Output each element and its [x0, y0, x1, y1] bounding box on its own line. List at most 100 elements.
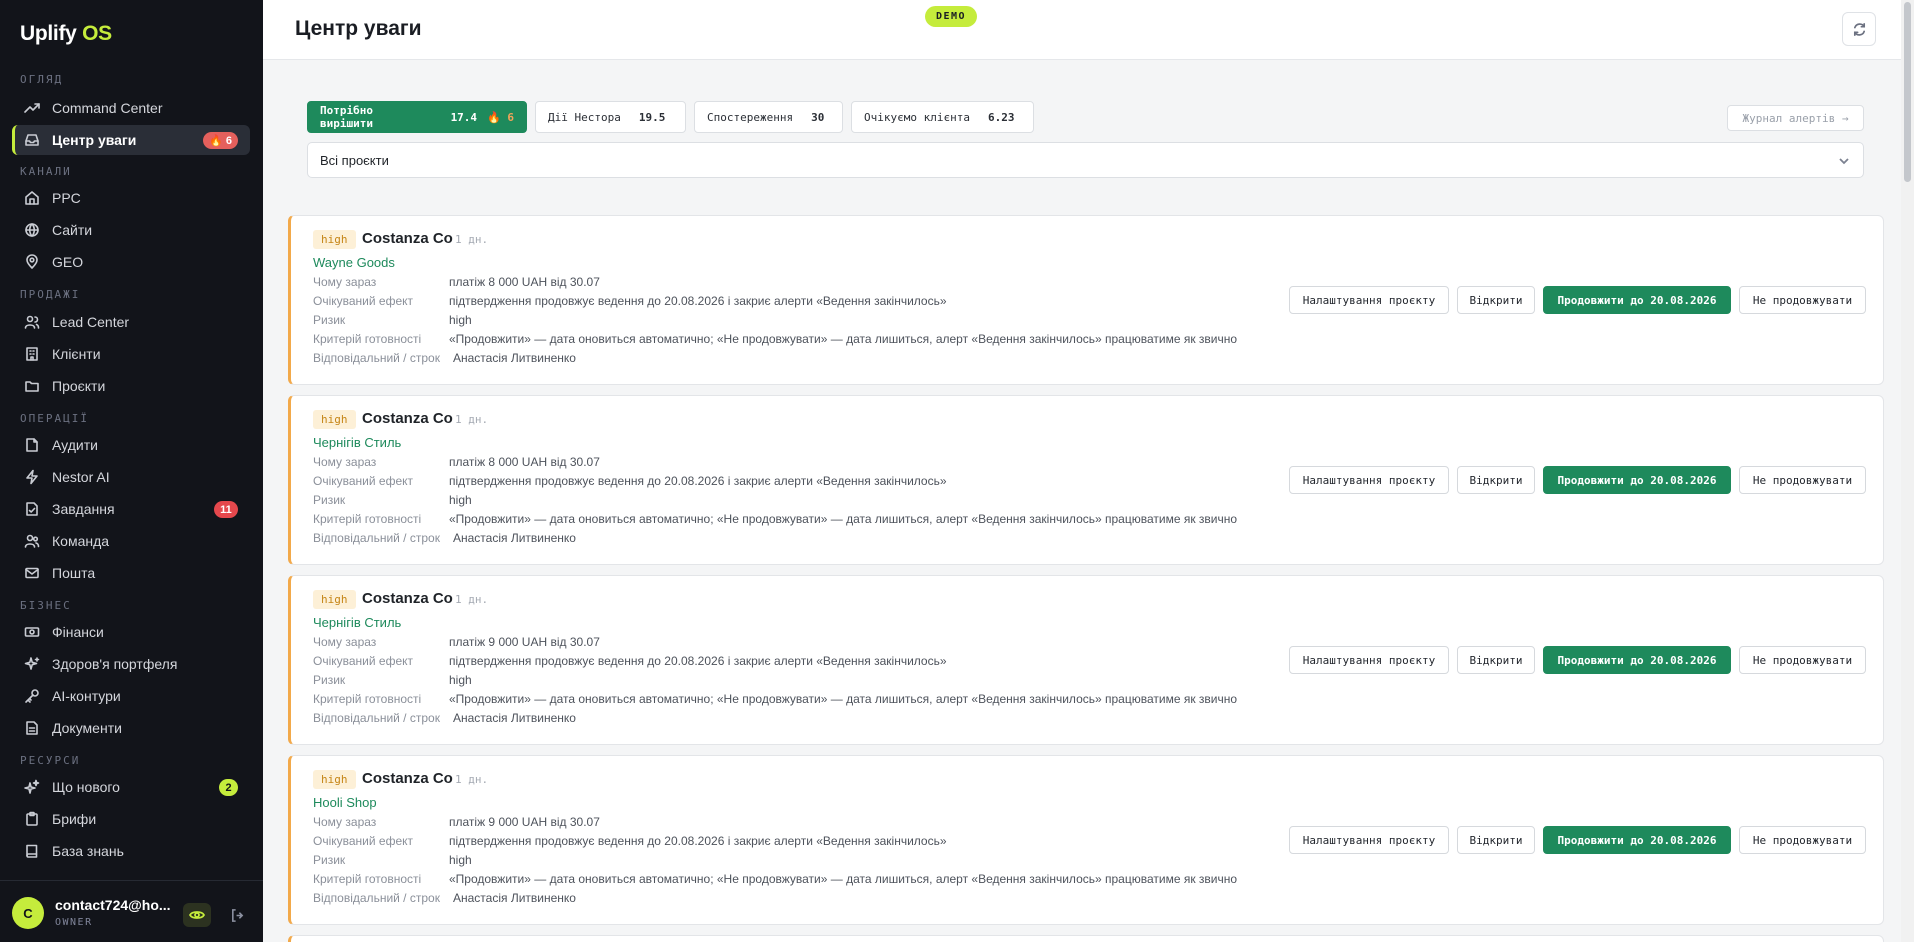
risk-value: high — [449, 493, 472, 507]
why-now-label: Чому зараз — [313, 275, 377, 289]
sidebar-item-projects[interactable]: Проєкти — [12, 371, 250, 401]
extend-button[interactable]: Продовжити до 20.08.2026 — [1543, 466, 1731, 494]
why-now-label: Чому зараз — [313, 455, 377, 469]
sidebar-item-audits[interactable]: Аудити — [12, 430, 250, 460]
clipboard-icon — [24, 811, 40, 827]
sidebar-item-tasks[interactable]: Завдання 11 — [12, 494, 250, 524]
sidebar-item-sites[interactable]: Сайти — [12, 215, 250, 245]
tab-nestor-actions[interactable]: Дії Нестора 19.5 — [535, 101, 686, 133]
sidebar-item-whats-new[interactable]: Що нового 2 — [12, 772, 250, 802]
sidebar-item-label: Аудити — [52, 437, 98, 453]
page-title: Центр уваги — [295, 17, 422, 40]
tab-needs-resolution[interactable]: Потрібно вирішити 17.4 🔥 6 — [307, 101, 527, 133]
attention-count-badge: 🔥 6 — [203, 132, 238, 149]
do-not-extend-button[interactable]: Не продовжувати — [1739, 646, 1866, 674]
risk-label: Ризик — [313, 853, 346, 867]
scroll-thumb[interactable] — [1904, 2, 1911, 182]
project-settings-button[interactable]: Налаштування проєкту — [1289, 466, 1449, 494]
sidebar-item-knowledge-base[interactable]: База знань — [12, 836, 250, 866]
project-link[interactable]: Wayne Goods — [313, 255, 395, 270]
user-email: contact724@ho... — [55, 897, 171, 913]
sidebar-item-geo[interactable]: GEO — [12, 247, 250, 277]
client-name: Costanza Co — [362, 230, 453, 247]
sidebar-item-team[interactable]: Команда — [12, 526, 250, 556]
risk-label: Ризик — [313, 313, 346, 327]
open-button[interactable]: Відкрити — [1457, 466, 1535, 494]
logout-button[interactable] — [226, 903, 248, 927]
why-now-label: Чому зараз — [313, 635, 377, 649]
expected-effect-label: Очікуваний ефект — [313, 294, 414, 308]
refresh-button[interactable] — [1842, 12, 1876, 46]
page-scrollbar[interactable] — [1901, 0, 1914, 942]
alert-card: high Costanza Co 1 дн. Чернігів Стиль Чо… — [288, 395, 1884, 565]
view-mode-button[interactable] — [183, 903, 211, 927]
user-role: OWNER — [55, 917, 93, 928]
sidebar-item-label: Що нового — [52, 779, 120, 795]
why-now-value: платіж 9 000 UAH від 30.07 — [449, 815, 600, 829]
project-settings-button[interactable]: Налаштування проєкту — [1289, 286, 1449, 314]
extend-button[interactable]: Продовжити до 20.08.2026 — [1543, 826, 1731, 854]
project-select-value: Всі проєкти — [320, 152, 389, 168]
user-panel: C contact724@ho... OWNER — [0, 880, 263, 942]
readiness-criteria-value: «Продовжити» — дата оновиться автоматичн… — [449, 512, 1238, 526]
folder-icon — [24, 378, 40, 394]
priority-badge: high — [313, 410, 356, 429]
demo-badge: DEMO — [925, 6, 978, 27]
open-button[interactable]: Відкрити — [1457, 826, 1535, 854]
sidebar-item-label: Брифи — [52, 811, 97, 827]
open-button[interactable]: Відкрити — [1457, 646, 1535, 674]
open-button[interactable]: Відкрити — [1457, 286, 1535, 314]
sidebar-item-documents[interactable]: Документи — [12, 713, 250, 743]
tasks-count-badge: 11 — [214, 501, 238, 518]
fire-icon: 🔥 6 — [487, 110, 515, 124]
do-not-extend-button[interactable]: Не продовжувати — [1739, 466, 1866, 494]
document-icon — [24, 720, 40, 736]
sparkle-icon — [24, 656, 40, 672]
nav-section-overview: ОГЛЯД — [20, 73, 64, 86]
sidebar-item-briefs[interactable]: Брифи — [12, 804, 250, 834]
alert-card-partial — [288, 935, 1884, 942]
client-name: Costanza Co — [362, 770, 453, 787]
tab-observations[interactable]: Спостереження 30 — [694, 101, 843, 133]
do-not-extend-button[interactable]: Не продовжувати — [1739, 826, 1866, 854]
client-name: Costanza Co — [362, 410, 453, 427]
sidebar-item-lead-center[interactable]: Lead Center — [12, 307, 250, 337]
sidebar-item-label: Пошта — [52, 565, 96, 581]
project-link[interactable]: Чернігів Стиль — [313, 615, 401, 630]
sidebar-item-finance[interactable]: Фінанси — [12, 617, 250, 647]
sidebar-item-nestor-ai[interactable]: Nestor AI — [12, 462, 250, 492]
app-logo[interactable]: Uplify OS — [20, 22, 112, 46]
risk-label: Ризик — [313, 673, 346, 687]
project-select[interactable]: Всі проєкти — [307, 142, 1864, 178]
project-settings-button[interactable]: Налаштування проєкту — [1289, 826, 1449, 854]
logout-icon — [231, 908, 243, 922]
extend-button[interactable]: Продовжити до 20.08.2026 — [1543, 286, 1731, 314]
avatar[interactable]: C — [12, 897, 44, 929]
sidebar-item-label: GEO — [52, 254, 84, 270]
project-link[interactable]: Hooli Shop — [313, 795, 377, 810]
project-settings-button[interactable]: Налаштування проєкту — [1289, 646, 1449, 674]
refresh-icon — [1853, 22, 1865, 36]
sidebar-item-clients[interactable]: Клієнти — [12, 339, 250, 369]
sidebar-item-portfolio-health[interactable]: Здоров'я портфеля — [12, 649, 250, 679]
nav-section-business: БІЗНЕС — [20, 599, 72, 612]
owner-value: Анастасія Литвиненко — [453, 711, 576, 725]
sidebar-item-command-center[interactable]: Command Center — [12, 93, 250, 123]
sidebar-item-mail[interactable]: Пошта — [12, 558, 250, 588]
priority-badge: high — [313, 770, 356, 789]
book-icon — [24, 843, 40, 859]
project-link[interactable]: Чернігів Стиль — [313, 435, 401, 450]
sidebar-item-ppc[interactable]: PPC — [12, 183, 250, 213]
owner-value: Анастасія Литвиненко — [453, 891, 576, 905]
do-not-extend-button[interactable]: Не продовжувати — [1739, 286, 1866, 314]
sidebar-item-ai-contours[interactable]: AI-контури — [12, 681, 250, 711]
nav-section-sales: ПРОДАЖІ — [20, 288, 81, 301]
sidebar-item-attention-center[interactable]: Центр уваги 🔥 6 — [12, 125, 250, 155]
banknote-icon — [24, 624, 40, 640]
extend-button[interactable]: Продовжити до 20.08.2026 — [1543, 646, 1731, 674]
tab-awaiting-client[interactable]: Очікуємо клієнта 6.23 — [851, 101, 1034, 133]
alert-journal-button[interactable]: Журнал алертів → — [1727, 105, 1864, 131]
readiness-criteria-label: Критерій готовності — [313, 332, 422, 346]
sidebar-item-label: Документи — [52, 720, 122, 736]
nav-section-operations: ОПЕРАЦІЇ — [20, 412, 89, 425]
